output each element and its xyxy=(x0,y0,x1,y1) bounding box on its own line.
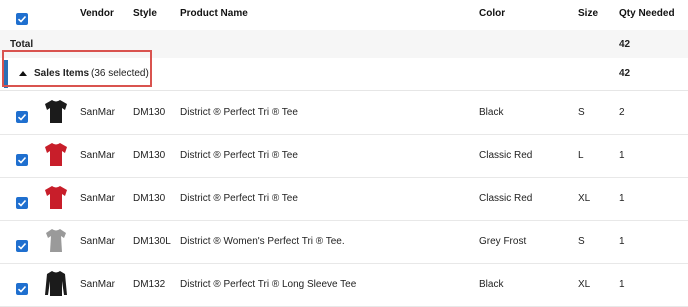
row-checkbox[interactable] xyxy=(16,111,28,123)
total-qty: 42 xyxy=(619,39,631,50)
cell-product-name: District ® Perfect Tri ® Long Sleeve Tee xyxy=(180,279,357,290)
cell-qty: 2 xyxy=(619,107,625,118)
table-row[interactable]: SanMar DM130 District ® Perfect Tri ® Te… xyxy=(0,91,688,135)
cell-qty: 1 xyxy=(619,279,625,290)
cell-size: XL xyxy=(578,193,591,204)
column-header-style[interactable]: Style xyxy=(133,8,157,19)
checkmark-icon xyxy=(17,156,27,164)
group-row-sales-items[interactable]: Sales Items (36 selected) 42 xyxy=(0,50,688,91)
table-row[interactable]: SanMar DM130 District ® Perfect Tri ® Te… xyxy=(0,177,688,221)
column-header-color[interactable]: Color xyxy=(479,8,505,19)
women-tee-icon xyxy=(44,226,68,254)
row-checkbox[interactable] xyxy=(16,197,28,209)
tee-icon xyxy=(44,183,68,211)
cell-color: Black xyxy=(479,279,504,290)
cell-style: DM130 xyxy=(133,107,166,118)
cell-size: S xyxy=(578,107,585,118)
checkmark-icon xyxy=(17,199,27,207)
cell-vendor: SanMar xyxy=(80,107,116,118)
table-header: Vendor Style Product Name Color Size Qty… xyxy=(0,0,688,30)
column-header-vendor[interactable]: Vendor xyxy=(80,8,114,19)
table-row[interactable]: SanMar DM132 District ® Perfect Tri ® Lo… xyxy=(0,263,688,307)
table-row[interactable]: SanMar DM130 District ® Perfect Tri ® Te… xyxy=(0,134,688,178)
checkmark-icon xyxy=(17,242,27,250)
cell-product-name: District ® Perfect Tri ® Tee xyxy=(180,150,298,161)
cell-size: S xyxy=(578,236,585,247)
cell-product-name: District ® Perfect Tri ® Tee xyxy=(180,107,298,118)
cell-vendor: SanMar xyxy=(80,193,116,204)
cell-vendor: SanMar xyxy=(80,150,116,161)
cell-qty: 1 xyxy=(619,193,625,204)
column-header-product-name[interactable]: Product Name xyxy=(180,8,248,19)
group-qty: 42 xyxy=(619,68,631,79)
group-selected-count: (36 selected) xyxy=(91,68,149,79)
cell-color: Black xyxy=(479,107,504,118)
cell-style: DM130 xyxy=(133,193,166,204)
cell-color: Classic Red xyxy=(479,193,533,204)
cell-style: DM132 xyxy=(133,279,166,290)
table-row[interactable]: SanMar DM130L District ® Women's Perfect… xyxy=(0,220,688,264)
cell-product-name: District ® Perfect Tri ® Tee xyxy=(180,193,298,204)
cell-vendor: SanMar xyxy=(80,279,116,290)
total-label: Total xyxy=(10,39,34,50)
cell-qty: 1 xyxy=(619,150,625,161)
checkmark-icon xyxy=(17,113,27,121)
column-header-qty-needed[interactable]: Qty Needed xyxy=(619,8,675,19)
cell-qty: 1 xyxy=(619,236,625,247)
order-items-table: Vendor Style Product Name Color Size Qty… xyxy=(0,0,688,307)
cell-style: DM130L xyxy=(133,236,171,247)
row-checkbox[interactable] xyxy=(16,154,28,166)
cell-vendor: SanMar xyxy=(80,236,116,247)
group-title: Sales Items xyxy=(34,68,90,79)
select-all-checkbox[interactable] xyxy=(16,13,28,25)
cell-style: DM130 xyxy=(133,150,166,161)
cell-size: L xyxy=(578,150,584,161)
tee-icon xyxy=(44,140,68,168)
column-header-size[interactable]: Size xyxy=(578,8,598,19)
checkmark-icon xyxy=(17,285,27,293)
long-sleeve-tee-icon xyxy=(44,269,68,297)
collapse-triangle-icon[interactable] xyxy=(19,71,27,76)
row-checkbox[interactable] xyxy=(16,283,28,295)
cell-product-name: District ® Women's Perfect Tri ® Tee. xyxy=(180,236,345,247)
cell-color: Classic Red xyxy=(479,150,533,161)
row-checkbox[interactable] xyxy=(16,240,28,252)
cell-color: Grey Frost xyxy=(479,236,527,247)
cell-size: XL xyxy=(578,279,591,290)
tee-icon xyxy=(44,97,68,125)
checkmark-icon xyxy=(17,15,27,23)
